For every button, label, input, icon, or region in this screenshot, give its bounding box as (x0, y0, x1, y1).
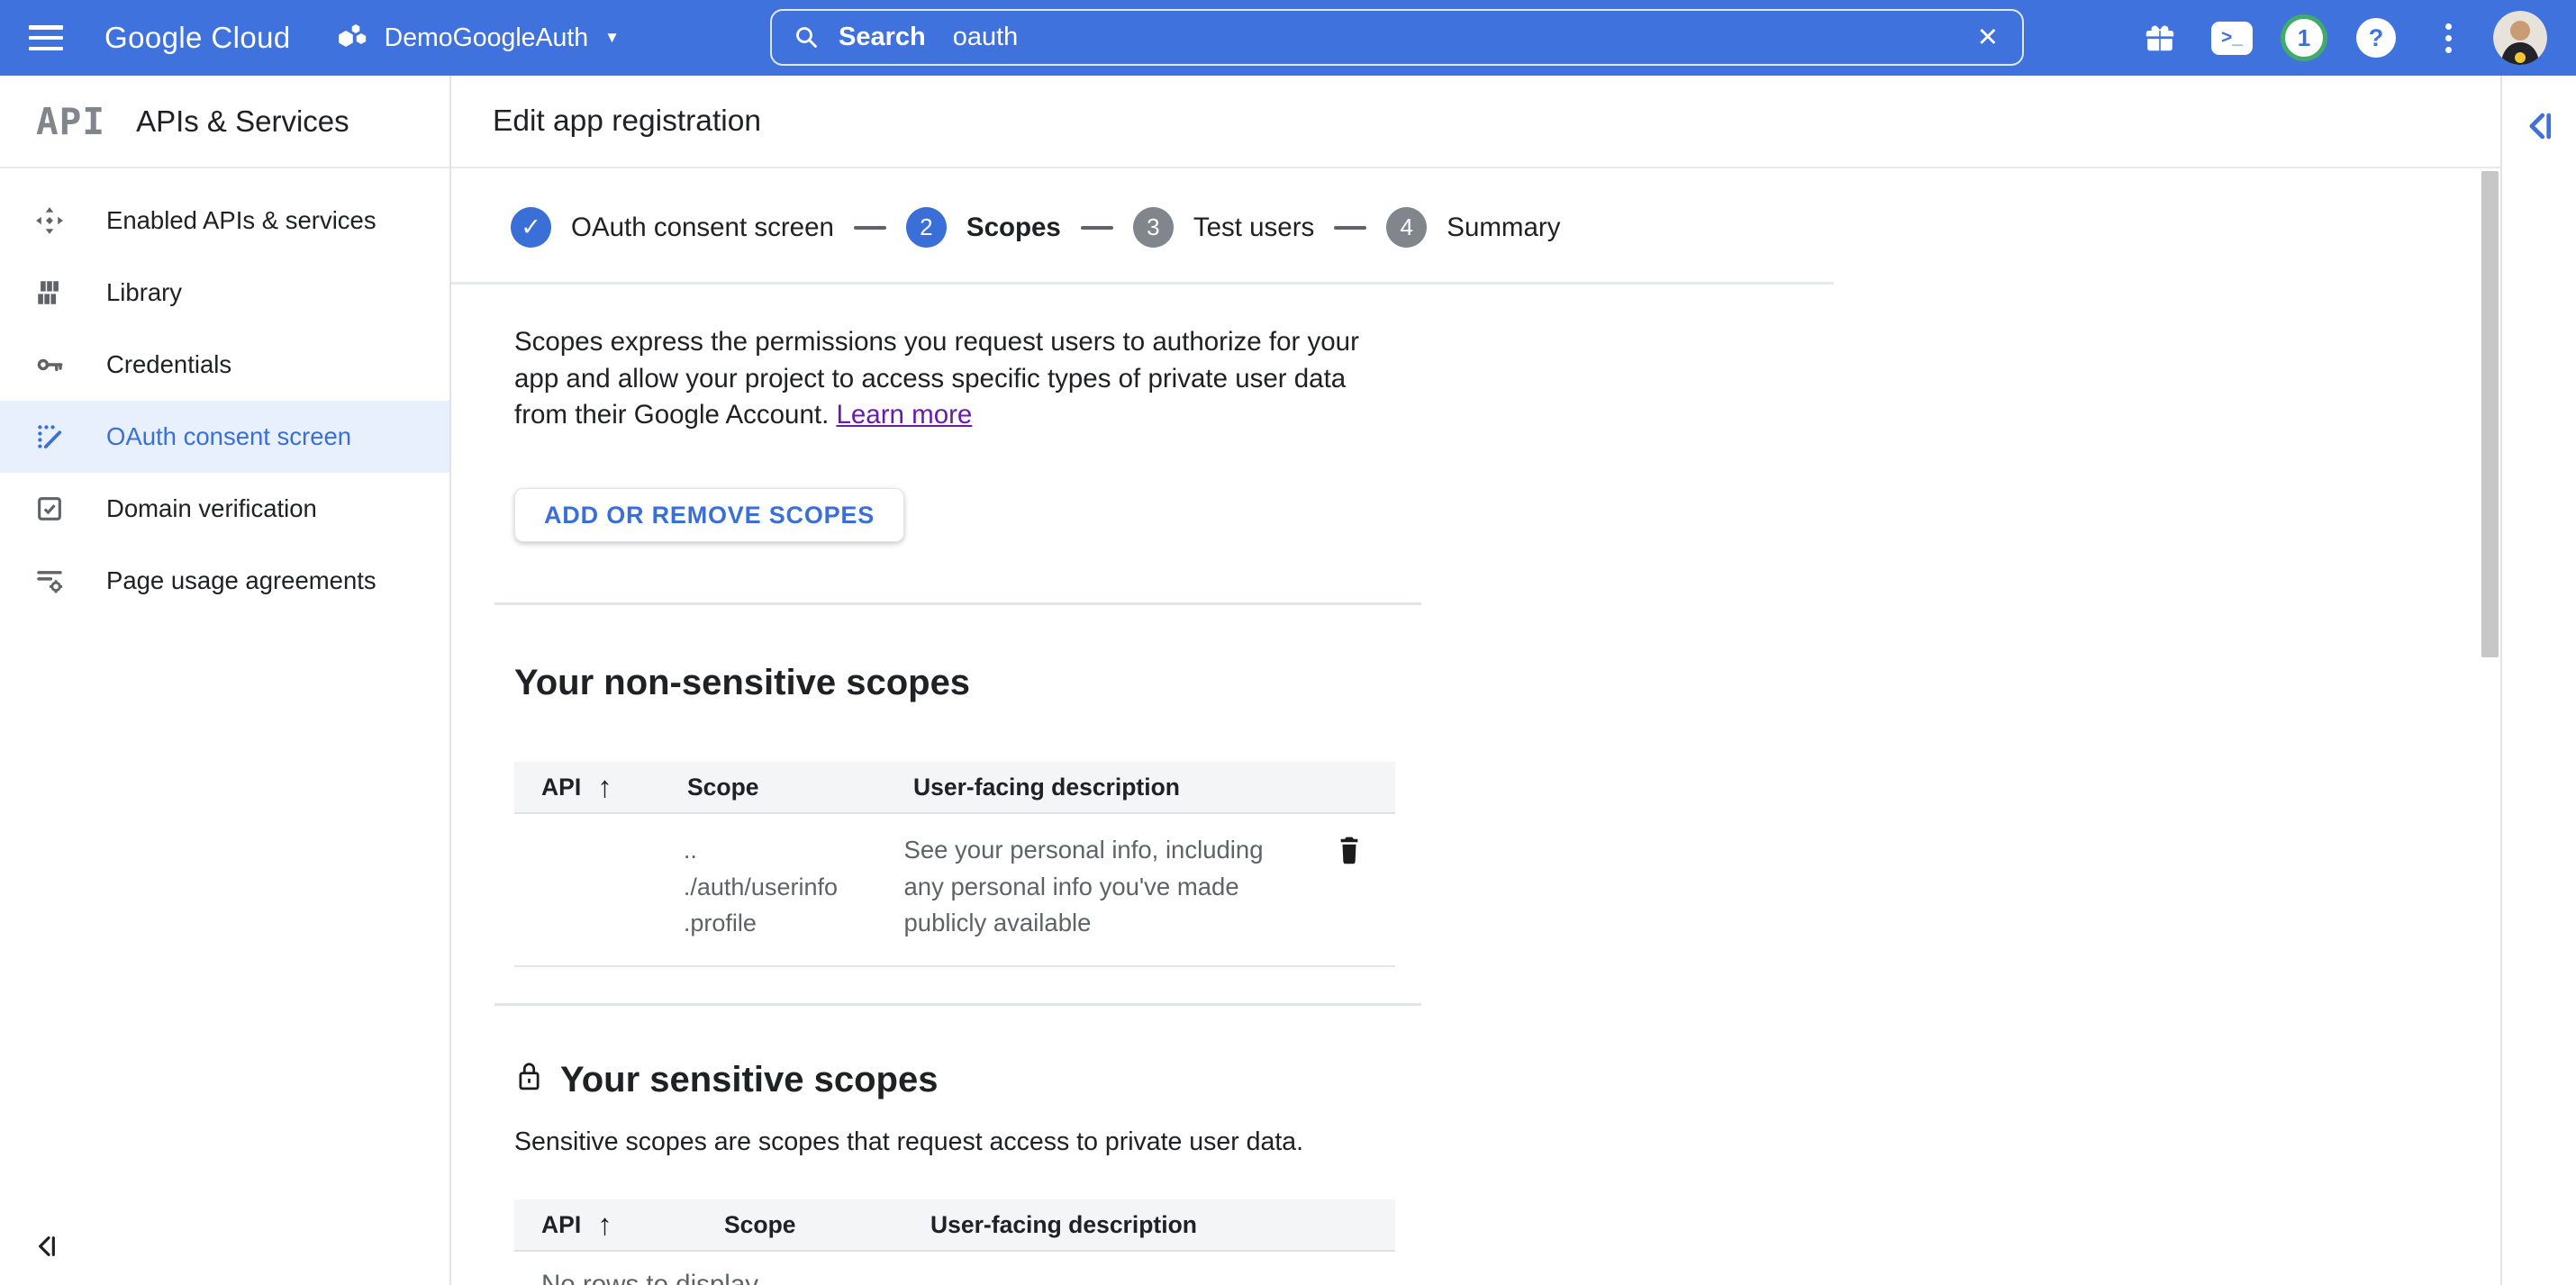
collapse-sidebar-icon[interactable] (32, 1232, 61, 1263)
oauth-consent-icon (34, 421, 65, 452)
notification-count: 1 (2281, 14, 2327, 61)
sidebar-nav: Enabled APIs & services Library Credenti… (0, 168, 449, 617)
lines-gear-icon (34, 566, 65, 596)
google-cloud-logo[interactable]: Google Cloud (104, 21, 291, 55)
step-connector (1334, 226, 1366, 230)
column-header-scope: Scope (687, 774, 913, 801)
more-vert-icon[interactable] (2412, 0, 2484, 76)
help-icon[interactable]: ? (2340, 0, 2412, 76)
sidebar-item-library[interactable]: Library (0, 257, 449, 329)
cell-scope: .. ./auth/userinfo .profile (684, 832, 904, 942)
notifications-badge[interactable]: 1 (2268, 0, 2340, 76)
cell-description: See your personal info, including any pe… (903, 832, 1309, 942)
gcp-console-page: Google Cloud DemoGoogleAuth ▼ Search oau… (0, 0, 2576, 1285)
sensitive-scopes-table: API ↑ Scope User-facing description No r… (514, 1199, 1395, 1285)
sort-ascending-icon[interactable]: ↑ (597, 1208, 612, 1242)
column-header-description: User-facing description (913, 774, 1307, 801)
step-connector (854, 226, 886, 230)
main-content: Edit app registration ✓ OAuth consent sc… (451, 76, 2500, 1285)
enabled-apis-icon (34, 205, 65, 236)
clear-search-icon[interactable]: ✕ (1966, 16, 2009, 59)
collapse-panel-icon[interactable] (2520, 106, 2560, 149)
delete-scope-icon[interactable] (1336, 834, 1363, 869)
library-icon (34, 277, 65, 308)
divider (494, 602, 1421, 605)
chevron-down-icon: ▼ (604, 29, 620, 47)
right-side-panel (2500, 76, 2576, 1285)
topbar-actions: >_ 1 ? (2124, 0, 2556, 76)
sort-ascending-icon[interactable]: ↑ (597, 770, 612, 804)
learn-more-link[interactable]: Learn more (836, 400, 972, 430)
non-sensitive-scopes-heading: Your non-sensitive scopes (514, 663, 970, 703)
step-oauth-consent-screen[interactable]: ✓ OAuth consent screen (511, 207, 834, 248)
column-header-description: User-facing description (930, 1211, 1307, 1239)
empty-table-message: No rows to display (514, 1252, 1395, 1285)
column-header-scope: Scope (724, 1211, 930, 1239)
step-3-circle: 3 (1133, 207, 1174, 248)
sidebar-item-domain-verification[interactable]: Domain verification (0, 473, 449, 545)
sidebar: API APIs & Services Enabled APIs & servi… (0, 76, 451, 1285)
non-sensitive-scopes-table: API ↑ Scope User-facing description .. .… (514, 762, 1395, 967)
sidebar-item-page-usage-agreements[interactable]: Page usage agreements (0, 545, 449, 617)
column-header-api: API (541, 1211, 581, 1239)
step-summary[interactable]: 4 Summary (1386, 207, 1560, 248)
table-row: .. ./auth/userinfo .profile See your per… (514, 814, 1395, 967)
step-2-circle: 2 (906, 207, 947, 248)
cloud-shell-icon[interactable]: >_ (2196, 0, 2268, 76)
page-title: Edit app registration (493, 104, 761, 139)
step-4-circle: 4 (1386, 207, 1427, 248)
search-icon (794, 24, 821, 51)
sensitive-scopes-heading-row: Your sensitive scopes (514, 1059, 938, 1100)
sensitive-scopes-note: Sensitive scopes are scopes that request… (514, 1127, 1303, 1157)
project-name: DemoGoogleAuth (385, 23, 589, 53)
sidebar-header: API APIs & Services (0, 76, 449, 168)
sidebar-item-credentials[interactable]: Credentials (0, 329, 449, 401)
page-header: Edit app registration (451, 76, 2500, 168)
vertical-scrollbar[interactable] (2481, 171, 2499, 657)
step-check-icon: ✓ (511, 207, 551, 248)
search-input[interactable]: oauth (953, 23, 1019, 52)
sidebar-item-enabled-apis[interactable]: Enabled APIs & services (0, 185, 449, 257)
table-header-row: API ↑ Scope User-facing description (514, 762, 1395, 814)
search-label: Search (839, 23, 926, 52)
project-selector[interactable]: DemoGoogleAuth ▼ (334, 22, 620, 55)
sidebar-item-oauth-consent-screen[interactable]: OAuth consent screen (0, 401, 449, 473)
stepper: ✓ OAuth consent screen 2 Scopes 3 Test u… (511, 207, 1560, 248)
topbar: Google Cloud DemoGoogleAuth ▼ Search oau… (0, 0, 2576, 76)
divider (451, 282, 1834, 285)
checkbox-icon (34, 493, 65, 524)
key-icon (34, 349, 65, 380)
table-header-row: API ↑ Scope User-facing description (514, 1199, 1395, 1252)
step-connector (1081, 226, 1113, 230)
sidebar-title: APIs & Services (136, 104, 349, 139)
scopes-intro-text: Scopes express the permissions you reque… (514, 324, 1392, 434)
api-product-logo: API (36, 100, 105, 143)
gift-icon[interactable] (2124, 0, 2196, 76)
step-scopes[interactable]: 2 Scopes (906, 207, 1061, 248)
divider (494, 1003, 1421, 1006)
project-hexagons-icon (334, 22, 370, 55)
hamburger-menu-icon[interactable] (29, 23, 65, 53)
step-test-users[interactable]: 3 Test users (1133, 207, 1314, 248)
lock-icon (514, 1059, 544, 1100)
avatar[interactable] (2484, 0, 2556, 76)
sensitive-scopes-heading: Your sensitive scopes (560, 1060, 938, 1100)
add-or-remove-scopes-button[interactable]: ADD OR REMOVE SCOPES (514, 488, 904, 542)
search-bar[interactable]: Search oauth ✕ (770, 9, 2024, 66)
column-header-api: API (541, 774, 581, 801)
